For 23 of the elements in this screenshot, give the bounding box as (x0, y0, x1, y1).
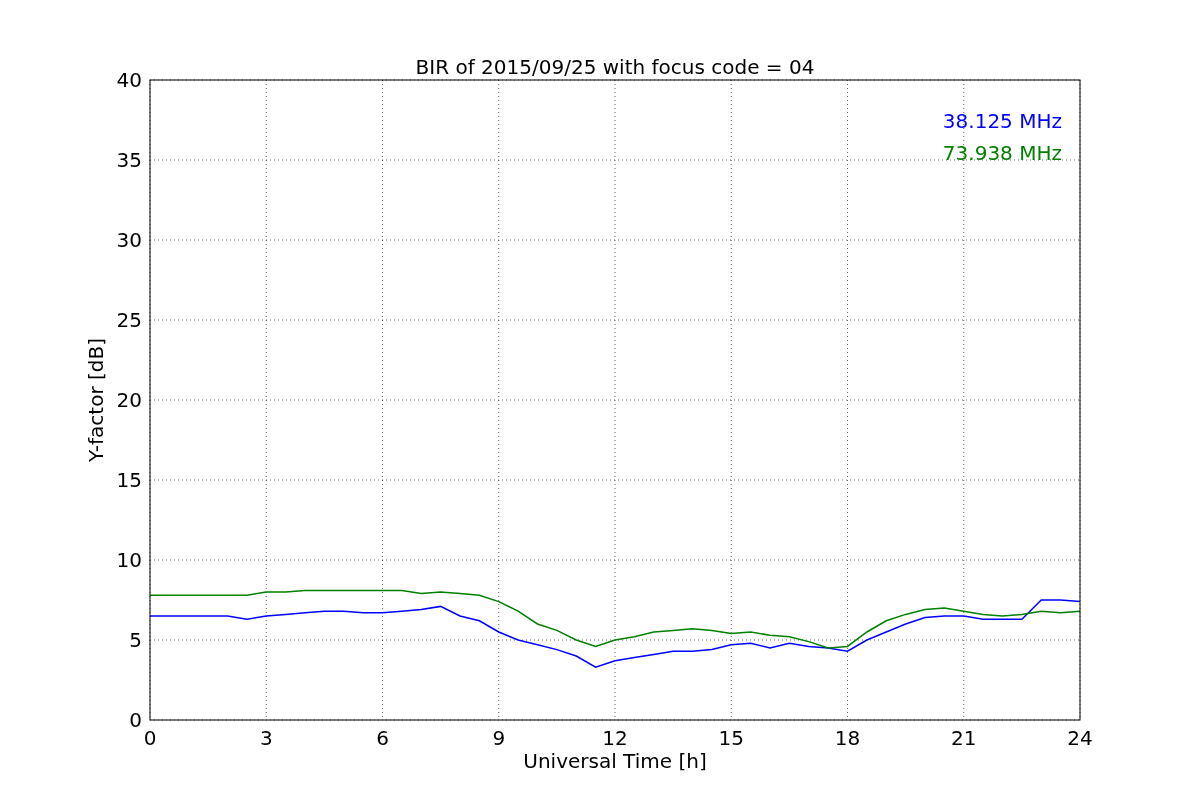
y-tick-label: 20 (116, 388, 142, 412)
x-axis-label: Universal Time [h] (523, 749, 707, 773)
chart-title: BIR of 2015/09/25 with focus code = 04 (415, 55, 815, 79)
x-tick-label: 12 (602, 726, 628, 750)
y-tick-label: 35 (116, 148, 142, 172)
x-tick-label: 15 (718, 726, 744, 750)
x-tick-label: 21 (951, 726, 977, 750)
legend-label: 73.938 MHz (942, 141, 1062, 165)
y-tick-label: 25 (116, 308, 142, 332)
y-tick-label: 15 (116, 468, 142, 492)
y-tick-label: 30 (116, 228, 142, 252)
x-tick-label: 6 (376, 726, 389, 750)
y-tick-label: 5 (129, 628, 142, 652)
y-axis-label: Y-factor [dB] (84, 338, 108, 462)
y-tick-label: 40 (116, 68, 142, 92)
x-tick-label: 0 (143, 726, 157, 750)
x-tick-label: 3 (259, 726, 273, 750)
x-tick-label: 18 (834, 726, 861, 750)
y-tick-label: 0 (129, 708, 142, 732)
y-tick-label: 10 (116, 548, 142, 572)
x-tick-label: 24 (1067, 726, 1093, 750)
x-tick-label: 9 (492, 726, 506, 750)
legend-label: 38.125 MHz (942, 109, 1062, 133)
